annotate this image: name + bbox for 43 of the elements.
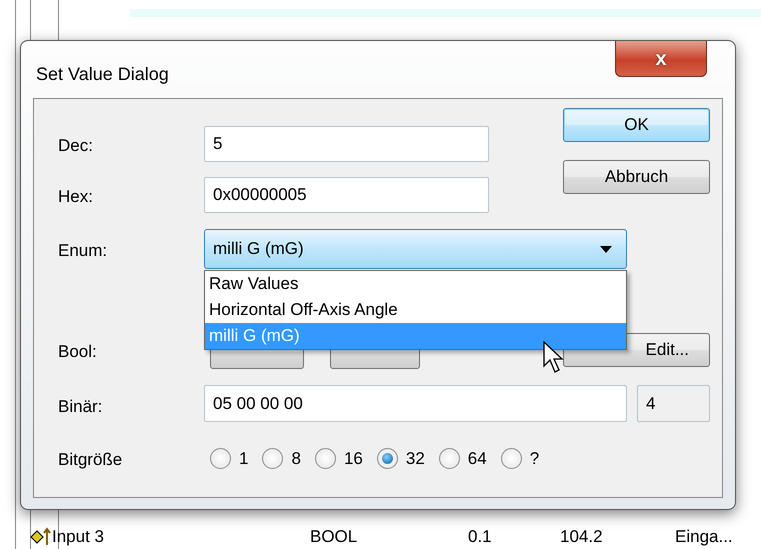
bitsize-radio[interactable]: 8 <box>262 446 301 472</box>
bitsize-radio[interactable]: 64 <box>438 446 487 472</box>
radio-circle[interactable] <box>262 448 284 470</box>
enum-dropdown[interactable]: milli G (mG) <box>204 229 627 269</box>
radio-circle[interactable] <box>376 448 398 470</box>
close-button[interactable]: x <box>615 41 707 77</box>
dropdown-option[interactable]: Horizontal Off-Axis Angle <box>205 297 626 323</box>
table-cell-text: Einga... <box>675 526 733 548</box>
field-label: Enum: <box>58 240 108 262</box>
dropdown-option[interactable]: Raw Values <box>205 271 626 297</box>
input-variable-icon <box>30 527 52 547</box>
bitsize-radio[interactable]: 16 <box>314 446 363 472</box>
bitsize-radio[interactable]: 1 <box>210 446 248 472</box>
bitsize-radio[interactable]: ? <box>500 446 540 472</box>
ok-button[interactable]: OK <box>563 108 710 142</box>
radio-circle[interactable] <box>438 448 460 470</box>
radio-label: 8 <box>291 448 301 470</box>
radio-circle[interactable] <box>210 448 231 470</box>
value-field[interactable]: 0x00000005 <box>204 177 489 213</box>
radio-label: 64 <box>468 448 487 470</box>
variable-address: 104.2 <box>560 526 603 548</box>
radio-label: 16 <box>344 448 363 470</box>
bitsize-radio[interactable]: 32 <box>376 446 425 472</box>
variable-name: Input 3 <box>52 526 104 548</box>
radio-label: 32 <box>406 448 425 470</box>
radio-label: 1 <box>239 448 248 470</box>
window-title: Set Value Dialog <box>36 63 169 86</box>
dropdown-value: milli G (mG) <box>213 238 304 260</box>
radio-label: ? <box>530 448 540 470</box>
field-label: Dec: <box>58 135 93 157</box>
field-label: Bool: <box>58 341 97 363</box>
cancel-button[interactable]: Abbruch <box>563 160 710 194</box>
field-label: Bitgröße <box>58 449 122 471</box>
radio-circle[interactable] <box>500 448 522 470</box>
field-label: Hex: <box>58 186 93 208</box>
caret-icon <box>600 246 612 253</box>
radio-circle[interactable] <box>314 448 336 470</box>
variable-type: BOOL <box>310 526 358 548</box>
field-label: Binär: <box>58 396 102 418</box>
value-field[interactable]: 5 <box>204 126 489 162</box>
length-field: 4 <box>637 385 710 422</box>
variable-size: 0.1 <box>468 526 492 548</box>
binary-field[interactable]: 05 00 00 00 <box>204 385 627 422</box>
